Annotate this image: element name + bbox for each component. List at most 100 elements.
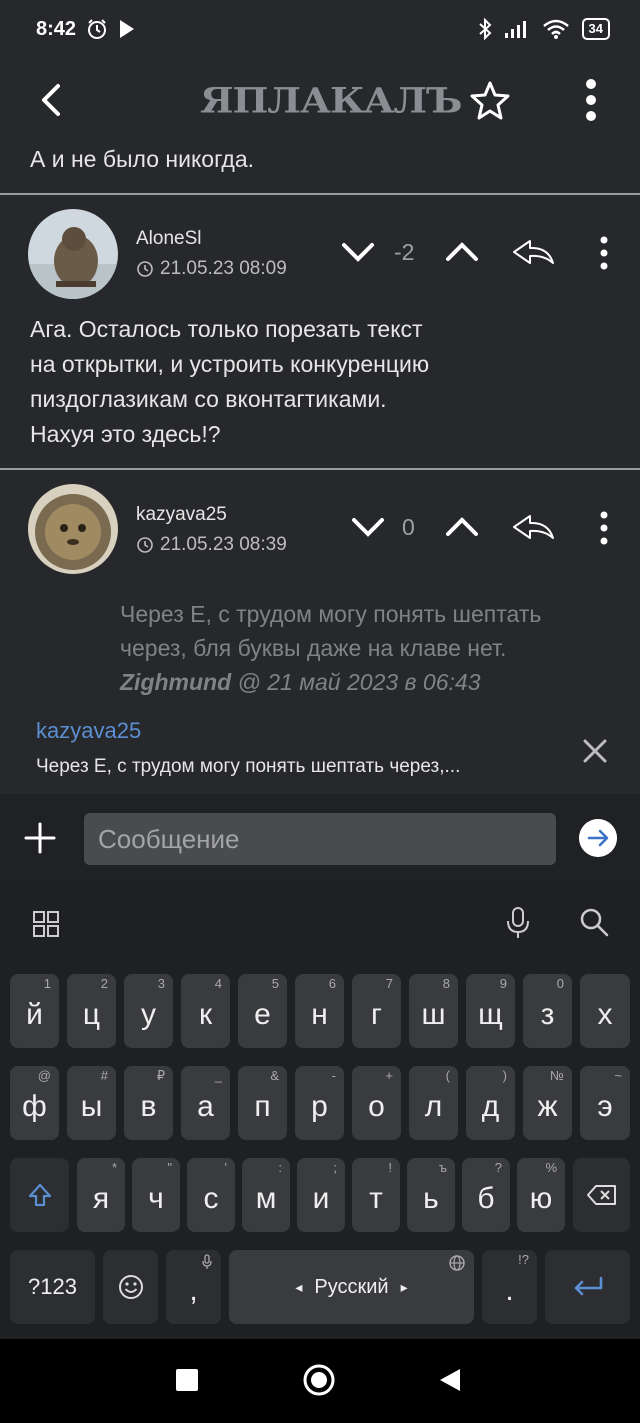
- reply-icon[interactable]: [510, 237, 556, 267]
- home-icon[interactable]: [302, 1363, 336, 1397]
- key-label: н: [311, 998, 328, 1031]
- key-label: ш: [421, 998, 446, 1031]
- microphone-icon[interactable]: [504, 906, 532, 940]
- key[interactable]: :м: [242, 1158, 290, 1232]
- key[interactable]: ₽ в: [124, 1066, 173, 1140]
- key-label: я: [92, 1182, 110, 1215]
- key[interactable]: -р: [295, 1066, 344, 1140]
- key[interactable]: 7г: [352, 974, 401, 1048]
- key[interactable]: * я: [77, 1158, 125, 1232]
- quote-author[interactable]: Zighmund: [120, 669, 231, 695]
- vote-down-icon[interactable]: [340, 237, 376, 267]
- key-hint: &: [270, 1068, 279, 1083]
- key[interactable]: ъь: [407, 1158, 455, 1232]
- key[interactable]: 4к: [181, 974, 230, 1048]
- comment-author[interactable]: kazyava25: [136, 504, 227, 526]
- key[interactable]: 0з: [523, 974, 572, 1048]
- site-logo[interactable]: ЯПЛАКАЛЪ: [200, 80, 462, 121]
- key[interactable]: 6н: [295, 974, 344, 1048]
- comment-date: 21.05.23 08:39: [136, 534, 287, 556]
- more-vert-icon[interactable]: [576, 76, 606, 124]
- reply-author: kazyava25: [36, 718, 142, 743]
- quoted-text: Через Е, с трудом могу понять шептать че…: [120, 597, 541, 699]
- vote-up-icon[interactable]: [444, 512, 480, 542]
- key[interactable]: № ж: [523, 1066, 572, 1140]
- symbols-key[interactable]: ?123: [10, 1250, 95, 1324]
- shift-key[interactable]: [10, 1158, 69, 1232]
- comment-text-line: Нахуя это здесь!?: [30, 421, 221, 447]
- key-hint: ": [167, 1160, 172, 1175]
- comment-author[interactable]: AloneSl: [136, 228, 202, 250]
- key-label: ж: [537, 1090, 558, 1123]
- globe-icon: [449, 1255, 465, 1271]
- avatar[interactable]: [28, 209, 118, 299]
- key-label: с: [203, 1182, 219, 1215]
- vote-down-icon[interactable]: [350, 512, 386, 542]
- comment-more-icon[interactable]: [598, 510, 610, 546]
- key-hint: ': [224, 1160, 227, 1175]
- key[interactable]: 3у: [124, 974, 173, 1048]
- message-input[interactable]: [84, 813, 556, 865]
- quote-signature: Zighmund @ 21 май 2023 в 06:43: [120, 665, 541, 699]
- key-label: ф: [22, 1090, 47, 1123]
- recents-icon[interactable]: [175, 1368, 199, 1392]
- emoji-key[interactable]: [103, 1250, 158, 1324]
- language-left-icon: ◂: [295, 1278, 303, 1295]
- send-icon[interactable]: [579, 819, 617, 857]
- key[interactable]: 9щ: [466, 974, 515, 1048]
- avatar[interactable]: [28, 484, 118, 574]
- key-label: ь: [423, 1182, 439, 1215]
- reply-icon[interactable]: [510, 512, 556, 542]
- key-hint: ₽: [156, 1068, 165, 1083]
- key[interactable]: ? б: [462, 1158, 510, 1232]
- back-arrow-icon[interactable]: [30, 78, 74, 122]
- comma-label: ,: [189, 1274, 198, 1307]
- key-hint: 4: [214, 976, 222, 991]
- key-hint: (: [445, 1068, 450, 1083]
- apps-grid-icon[interactable]: [32, 910, 60, 938]
- key-hint: 1: [43, 976, 51, 991]
- vote-up-icon[interactable]: [444, 237, 480, 267]
- key-label: т: [369, 1182, 383, 1215]
- key[interactable]: ~ э: [580, 1066, 630, 1140]
- key[interactable]: ; и: [297, 1158, 345, 1232]
- key[interactable]: 2ц: [67, 974, 116, 1048]
- backspace-key[interactable]: [573, 1158, 630, 1232]
- back-triangle-icon[interactable]: [438, 1367, 462, 1393]
- key[interactable]: х: [580, 974, 630, 1048]
- key[interactable]: _ а: [181, 1066, 230, 1140]
- key-label: а: [197, 1090, 214, 1123]
- key-label: ы: [80, 1090, 103, 1123]
- key[interactable]: % ю: [517, 1158, 565, 1232]
- key-hint: 3: [157, 976, 165, 991]
- search-icon[interactable]: [578, 906, 610, 938]
- shift-icon: [28, 1183, 51, 1207]
- status-time: 8:42: [36, 18, 77, 40]
- plus-icon[interactable]: [22, 820, 58, 856]
- key[interactable]: # ы: [67, 1066, 116, 1140]
- period-key[interactable]: !? .: [482, 1250, 537, 1324]
- star-icon[interactable]: [468, 78, 512, 122]
- key[interactable]: & п: [238, 1066, 287, 1140]
- key[interactable]: 5е: [238, 974, 287, 1048]
- signal-icon: [504, 21, 526, 38]
- enter-key[interactable]: [545, 1250, 630, 1324]
- key[interactable]: @ ф: [10, 1066, 59, 1140]
- key-hint: 2: [100, 976, 108, 991]
- close-icon[interactable]: [580, 736, 610, 766]
- space-key[interactable]: ◂ Русский ▸: [229, 1250, 474, 1324]
- key[interactable]: ' с: [187, 1158, 235, 1232]
- period-hint: !?: [518, 1252, 529, 1267]
- key[interactable]: (л: [409, 1066, 458, 1140]
- key[interactable]: 1й: [10, 974, 59, 1048]
- key-label: ч: [148, 1182, 164, 1215]
- comments-feed[interactable]: А и не было никогда. AloneSl 21.05.23 08…: [0, 138, 640, 794]
- key-label: э: [597, 1090, 613, 1123]
- comment-more-icon[interactable]: [598, 235, 610, 271]
- comma-key[interactable]: ,: [166, 1250, 221, 1324]
- key[interactable]: 8ш: [409, 974, 458, 1048]
- key[interactable]: " ч: [132, 1158, 180, 1232]
- key[interactable]: + о: [352, 1066, 401, 1140]
- key[interactable]: ) д: [466, 1066, 515, 1140]
- key[interactable]: ! т: [352, 1158, 400, 1232]
